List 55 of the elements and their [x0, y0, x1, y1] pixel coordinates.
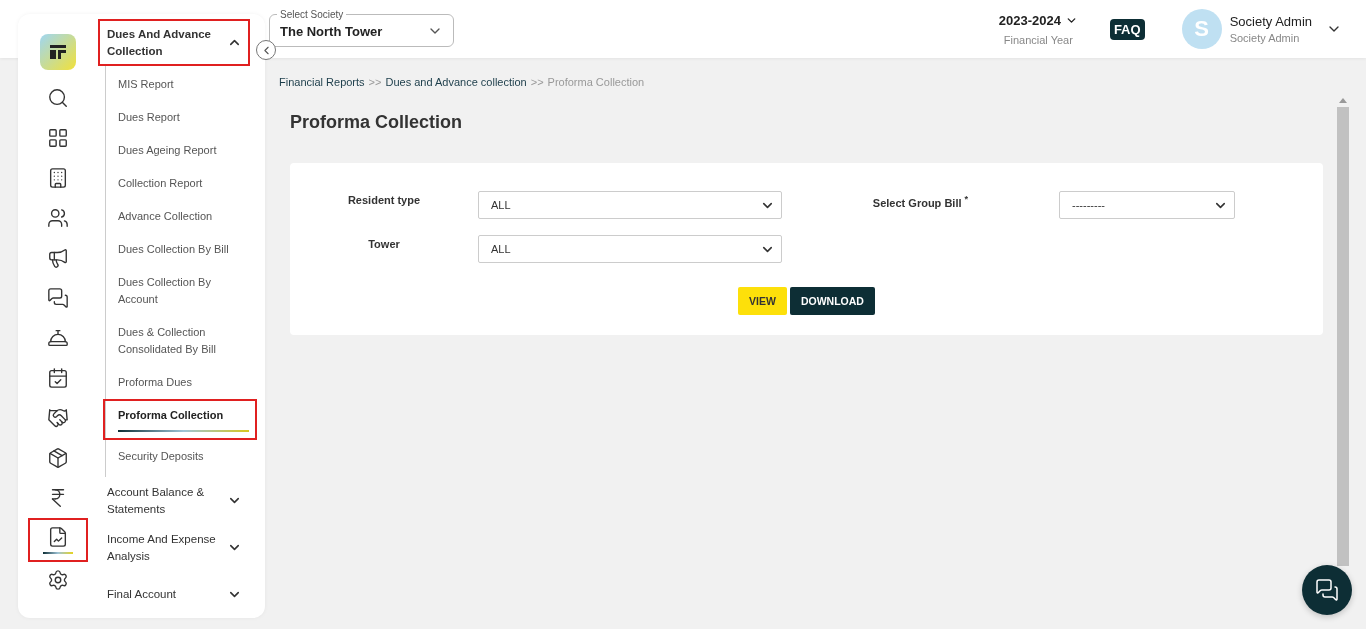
submenu-item[interactable]: Security Deposits: [103, 440, 257, 473]
select-field[interactable]: ALL: [478, 235, 782, 263]
building-icon: [47, 167, 69, 189]
submenu-item[interactable]: Dues & Collection Consolidated By Bill: [103, 316, 257, 366]
menu-group[interactable]: Final Account: [98, 571, 250, 618]
year-select[interactable]: 2023-2024: [998, 12, 1078, 28]
search-icon: [47, 87, 69, 109]
report-chart-icon: [47, 526, 69, 548]
nav-rail-item[interactable]: [28, 518, 88, 562]
box-icon: [47, 447, 69, 469]
submenu-item[interactable]: MIS Report: [103, 68, 257, 101]
select-field[interactable]: ALL: [478, 191, 782, 219]
submenu-item[interactable]: Dues Collection By Bill: [103, 233, 257, 266]
handshake-icon: [47, 407, 69, 429]
submenu-item[interactable]: Advance Collection: [103, 200, 257, 233]
breadcrumb-current-page: Proforma Collection: [547, 76, 645, 88]
download-button[interactable]: DOWNLOAD: [789, 287, 875, 315]
breadcrumb-separator: >>: [530, 76, 544, 88]
society-value: The North Tower: [280, 23, 383, 39]
submenu-item[interactable]: Dues Report: [103, 101, 257, 134]
faq-button[interactable]: FAQ: [1109, 18, 1145, 40]
submenu-item[interactable]: Proforma Dues: [103, 366, 257, 399]
scrollbar[interactable]: [1337, 98, 1349, 568]
breadcrumb-link[interactable]: Financial Reports: [279, 76, 365, 88]
breadcrumb-link[interactable]: Dues and Advance collection: [385, 76, 527, 88]
page-title: Proforma Collection: [290, 112, 464, 133]
user-name: Society Admin: [1229, 14, 1312, 29]
user-role: Society Admin: [1229, 32, 1301, 44]
settings-icon: [47, 569, 69, 591]
view-button[interactable]: VIEW: [738, 287, 787, 315]
chat-button[interactable]: [1302, 565, 1352, 615]
menu-group[interactable]: Account Balance & Statements: [98, 477, 250, 524]
society-select-label: Select Society: [279, 8, 345, 21]
field-label: Select Group Bill $^{*}$: [871, 193, 970, 209]
people-icon: [47, 207, 69, 229]
submenu-item[interactable]: Collection Report: [103, 167, 257, 200]
submenu-item[interactable]: Dues Collection By Account: [103, 266, 257, 316]
society-select[interactable]: Select Society The North Tower: [269, 8, 454, 47]
chat-icon: [47, 287, 69, 309]
user-avatar: S: [1181, 9, 1222, 49]
bell-icon: [47, 327, 69, 349]
grid-icon: [47, 127, 69, 149]
year-caption: Financial Year: [1003, 33, 1073, 46]
calendar-icon: [47, 367, 69, 389]
submenu-item[interactable]: Dues Ageing Report: [103, 134, 257, 167]
field-label: Resident type: [346, 193, 422, 206]
menu-group[interactable]: Dues And Advance Collection: [98, 19, 250, 66]
breadcrumb-separator: >>: [368, 76, 382, 88]
app-logo[interactable]: [40, 34, 76, 70]
select-field[interactable]: ---------: [1059, 191, 1235, 219]
chat-bubbles-icon: [1315, 578, 1339, 602]
field-label: Tower: [367, 237, 401, 250]
menu-group[interactable]: Income And Expense Analysis: [98, 524, 250, 571]
megaphone-icon: [47, 247, 69, 269]
submenu-item[interactable]: Proforma Collection: [103, 399, 257, 440]
